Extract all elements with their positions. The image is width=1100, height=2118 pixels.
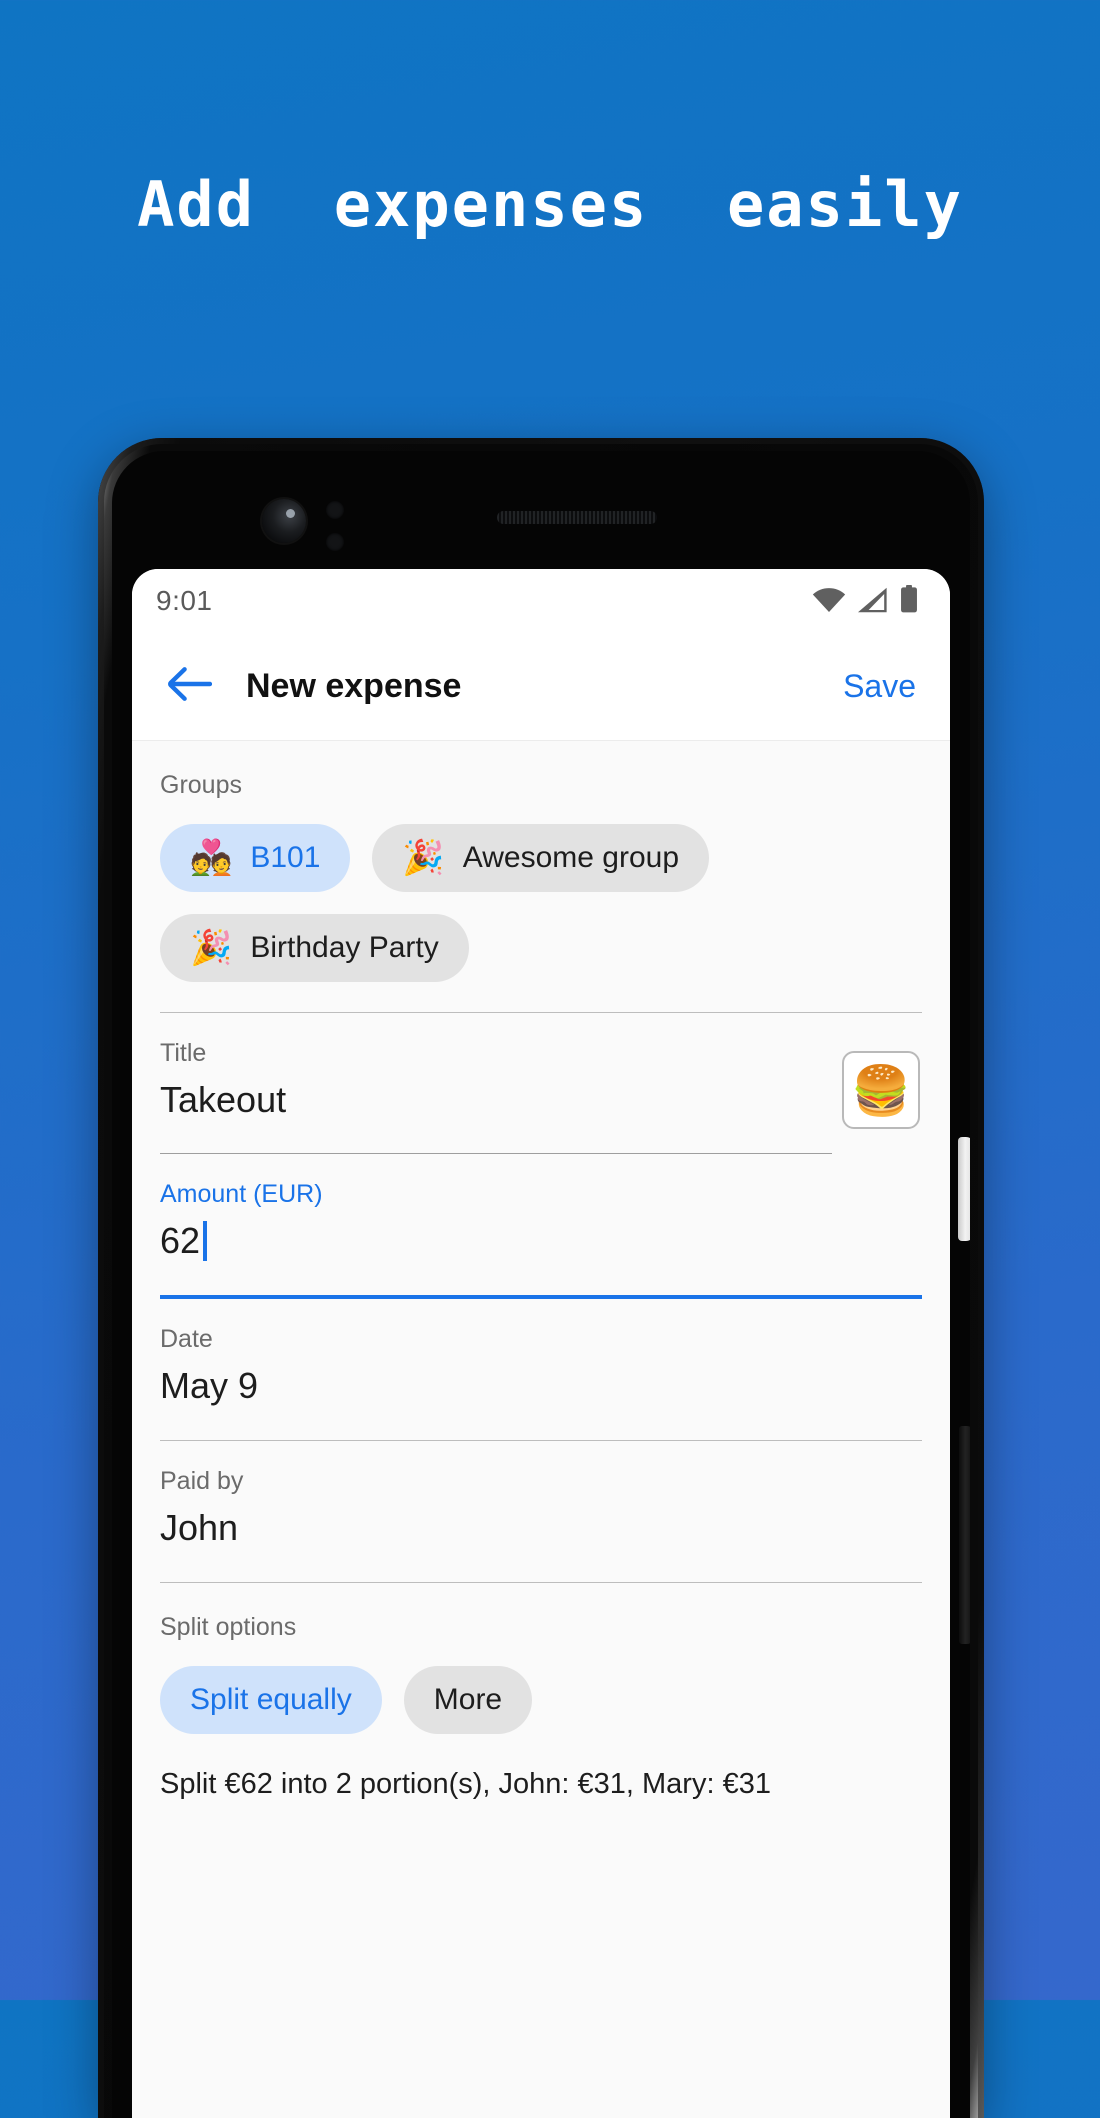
expense-emoji-picker[interactable]: 🍔 [842,1051,920,1129]
group-chip-label: Awesome group [462,841,680,874]
split-options-chip-row: Split equally More [132,1642,950,1734]
page-title: New expense [246,667,462,705]
date-field-label: Date [160,1325,213,1353]
split-chip-label: More [433,1683,503,1716]
group-chip-label: B101 [250,841,321,874]
back-button[interactable] [162,659,218,715]
split-options-label: Split options [160,1613,297,1641]
paid-by-field-underline [160,1582,922,1583]
phone-body: 9:01 New expense Save Groups 💑 B101 🎉 Aw… [112,451,970,2118]
back-arrow-icon [168,667,213,706]
phone-mockup: 9:01 New expense Save Groups 💑 B101 🎉 Aw… [98,438,984,2118]
promo-headline: Add expenses easily [137,168,963,241]
split-chip-split-equally[interactable]: Split equally [160,1666,382,1734]
title-field[interactable]: Title Takeout 🍔 [132,1013,950,1129]
status-icons [812,584,918,618]
paid-by-field[interactable]: Paid by John [132,1441,950,1583]
light-sensor-icon [326,533,344,551]
volume-rocker-button[interactable] [959,1426,970,1644]
party-popper-emoji-icon: 🎉 [402,839,445,877]
phone-screen: 9:01 New expense Save Groups 💑 B101 🎉 Aw… [132,569,950,2118]
amount-field-label: Amount (EUR) [160,1180,323,1208]
party-popper-emoji-icon: 🎉 [190,929,233,967]
title-field-value[interactable]: Takeout [160,1076,842,1124]
app-bar: New expense Save [132,633,950,741]
expense-form: Groups 💑 B101 🎉 Awesome group 🎉 Birthday… [132,741,950,2118]
paid-by-field-label: Paid by [160,1467,244,1495]
date-field[interactable]: Date May 9 [132,1299,950,1441]
status-time: 9:01 [156,585,213,616]
split-chip-label: Split equally [190,1683,352,1716]
split-chip-more[interactable]: More [403,1666,533,1734]
date-field-value[interactable]: May 9 [160,1362,922,1410]
power-button[interactable] [958,1137,970,1241]
groups-chip-row: 💑 B101 🎉 Awesome group 🎉 Birthday Party [132,800,950,982]
group-chip-b101[interactable]: 💑 B101 [160,824,351,892]
groups-label: Groups [160,771,242,799]
save-button[interactable]: Save [843,668,920,705]
earpiece-speaker-icon [497,511,657,524]
group-chip-awesome-group[interactable]: 🎉 Awesome group [372,824,710,892]
amount-field[interactable]: Amount (EUR) 62 [132,1154,950,1299]
hamburger-emoji-icon: 🍔 [851,1064,911,1118]
battery-icon [900,584,918,618]
amount-field-value[interactable]: 62 [160,1217,922,1265]
group-chip-birthday-party[interactable]: 🎉 Birthday Party [160,914,469,982]
split-summary-text: Split €62 into 2 portion(s), John: €31, … [160,1768,771,1800]
wifi-icon [812,587,846,618]
amount-field-text: 62 [160,1220,201,1261]
proximity-sensor-icon [326,501,344,519]
status-bar: 9:01 [132,569,950,633]
cell-signal-icon [858,587,888,618]
title-field-label: Title [160,1039,207,1067]
couple-with-heart-emoji-icon: 💑 [190,839,233,877]
front-camera-icon [262,499,306,543]
paid-by-field-value[interactable]: John [160,1504,922,1552]
text-caret [203,1221,208,1261]
group-chip-label: Birthday Party [250,931,439,964]
